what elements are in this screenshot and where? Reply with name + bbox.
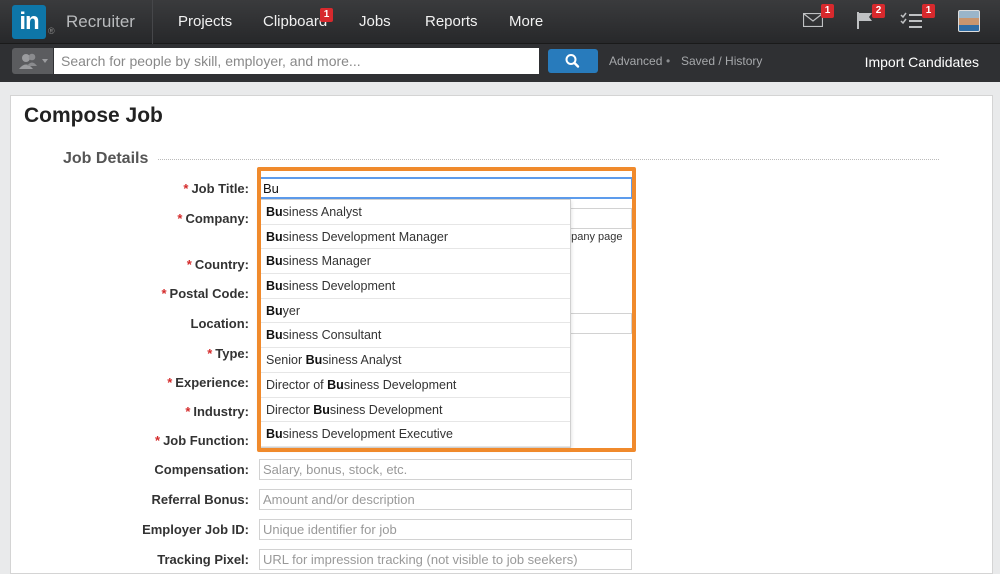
required-marker: *: [161, 286, 167, 301]
suggestion-item[interactable]: Business Consultant: [260, 323, 570, 349]
required-marker: *: [167, 375, 173, 390]
required-marker: *: [207, 346, 213, 361]
nav-projects[interactable]: Projects: [178, 13, 232, 30]
nav-divider: [152, 0, 153, 44]
people-icon: [19, 53, 48, 69]
top-nav: in ® Recruiter Projects Clipboard 1 Jobs…: [0, 0, 1000, 44]
search-icon: [565, 54, 580, 68]
location-label: Location:: [190, 316, 250, 331]
job-function-label: * Job Function:: [155, 433, 249, 448]
brand-name[interactable]: Recruiter: [66, 12, 135, 32]
nav-clipboard[interactable]: Clipboard: [263, 13, 327, 30]
suggestion-item[interactable]: Buyer: [260, 299, 570, 324]
required-marker: *: [177, 211, 183, 226]
suggestion-item[interactable]: Business Development Executive: [260, 422, 570, 447]
postal-code-label: * Postal Code:: [161, 286, 249, 301]
company-label: * Company:: [177, 211, 249, 226]
section-divider: [158, 159, 939, 160]
employer-job-id-label: Employer Job ID:: [142, 522, 249, 537]
nav-jobs[interactable]: Jobs: [359, 13, 391, 30]
company-page-note: npany page: [565, 231, 623, 243]
clipboard-badge: 1: [320, 8, 333, 22]
required-marker: *: [186, 257, 192, 272]
import-candidates-link[interactable]: Import Candidates: [865, 54, 979, 70]
registered-mark-icon: ®: [48, 26, 55, 36]
job-title-suggestions: Business Analyst Business Development Man…: [259, 199, 571, 448]
required-marker: *: [155, 433, 161, 448]
job-title-label: * Job Title:: [183, 181, 249, 196]
industry-label: * Industry:: [185, 404, 249, 419]
referral-bonus-input[interactable]: [259, 489, 632, 510]
suggestion-item[interactable]: Senior Business Analyst: [260, 348, 570, 373]
compensation-label: Compensation:: [154, 462, 249, 477]
required-marker: *: [183, 181, 189, 196]
people-search-selector[interactable]: [12, 48, 53, 74]
suggestion-item[interactable]: Business Development: [260, 274, 570, 299]
tasks-icon[interactable]: [900, 11, 924, 34]
section-title: Job Details: [63, 150, 149, 167]
suggestion-item[interactable]: Director of Business Development: [260, 373, 570, 398]
experience-label: * Experience:: [167, 375, 249, 390]
suggestion-item[interactable]: Business Analyst: [260, 200, 570, 225]
suggestion-item[interactable]: Business Manager: [260, 249, 570, 275]
tracking-pixel-label: Tracking Pixel:: [157, 552, 249, 567]
type-label: * Type:: [207, 346, 249, 361]
avatar[interactable]: [958, 10, 980, 32]
country-label: * Country:: [186, 257, 249, 272]
job-title-input[interactable]: [259, 177, 633, 199]
suggestion-item[interactable]: Business Development Manager: [260, 225, 570, 250]
search-button[interactable]: [548, 49, 598, 73]
suggestion-item[interactable]: Director Business Development: [260, 398, 570, 423]
linkedin-logo[interactable]: in: [12, 5, 46, 39]
flag-badge: 2: [872, 4, 885, 18]
link-separator: •: [666, 54, 671, 68]
referral-bonus-label: Referral Bonus:: [151, 492, 249, 507]
required-marker: *: [185, 404, 191, 419]
search-input[interactable]: [54, 48, 539, 74]
employer-job-id-input[interactable]: [259, 519, 632, 540]
nav-more[interactable]: More: [509, 13, 543, 30]
advanced-search-link[interactable]: Advanced: [609, 54, 662, 68]
tasks-badge: 1: [922, 4, 935, 18]
mail-icon[interactable]: [802, 12, 824, 32]
compensation-input[interactable]: [259, 459, 632, 480]
mail-badge: 1: [821, 4, 834, 18]
nav-reports[interactable]: Reports: [425, 13, 478, 30]
page-title: Compose Job: [24, 104, 163, 127]
tracking-pixel-input[interactable]: [259, 549, 632, 570]
saved-history-link[interactable]: Saved / History: [681, 54, 762, 68]
